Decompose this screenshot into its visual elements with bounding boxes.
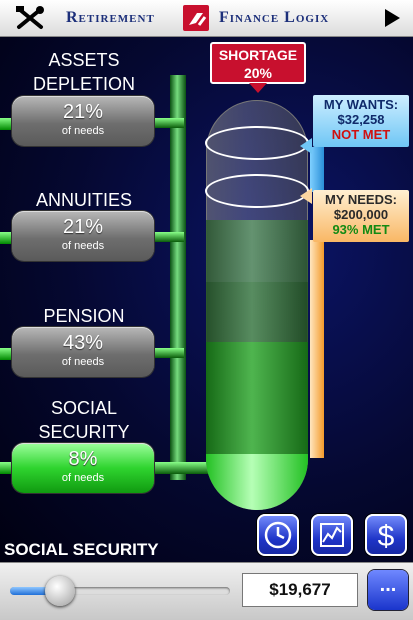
tube-segment-assets — [206, 220, 308, 282]
needs-pointer — [300, 188, 312, 204]
feed-pipe-pension — [154, 348, 184, 358]
needs-indicator-bar — [310, 240, 324, 458]
tube-segment-annuities — [206, 282, 308, 342]
wants-pointer — [300, 138, 312, 154]
feed-pipe-assets — [154, 118, 184, 128]
source-label-annuities: ANNUITIES — [35, 190, 132, 210]
wants-status: NOT MET — [331, 127, 391, 142]
clock-button[interactable] — [257, 514, 299, 556]
needs-callout[interactable]: MY NEEDS: $200,000 93% MET — [313, 190, 409, 242]
source-percent: 21% — [62, 216, 104, 238]
svg-text:$: $ — [378, 520, 395, 553]
amount-field[interactable]: $19,677 — [242, 573, 358, 607]
logo-text-left: Retirement — [66, 9, 155, 26]
play-icon[interactable] — [385, 9, 400, 27]
tube-segment-pension — [206, 342, 308, 454]
income-tube — [206, 100, 308, 510]
source-label-assets-depletion: ASSETS DEPLETION — [32, 50, 136, 94]
source-sublabel: of needs — [61, 240, 105, 252]
source-percent: 43% — [62, 332, 104, 354]
clock-icon — [264, 521, 292, 549]
more-button[interactable]: ... — [368, 570, 408, 610]
wants-amount: $32,258 — [337, 112, 385, 127]
source-sublabel: of needs — [61, 472, 105, 484]
section-title: SOCIAL SECURITY — [4, 540, 159, 559]
wants-label: MY WANTS: — [323, 97, 399, 112]
needs-level-ring — [205, 174, 309, 208]
source-sublabel: of needs — [61, 356, 105, 368]
source-percent: 8% — [68, 448, 98, 470]
chart-icon — [320, 523, 344, 547]
source-button-social-security[interactable]: 8% of needs — [12, 443, 154, 493]
wants-indicator-bar — [310, 147, 324, 192]
source-sublabel: of needs — [61, 125, 105, 137]
source-label-pension: PENSION — [43, 306, 125, 326]
dollar-icon: $ — [378, 520, 395, 553]
amount-slider-track[interactable] — [10, 587, 230, 595]
feed-pipe-vertical — [170, 75, 186, 480]
source-button-assets-depletion[interactable]: 21% of needs — [12, 96, 154, 146]
tools-icon[interactable] — [16, 6, 44, 30]
source-button-annuities[interactable]: 21% of needs — [12, 211, 154, 261]
source-button-pension[interactable]: 43% of needs — [12, 327, 154, 377]
needs-status: 93% MET — [332, 222, 390, 237]
needs-label: MY NEEDS: — [325, 192, 397, 207]
feed-pipe-annuities — [154, 232, 184, 242]
logo-mark-icon — [183, 5, 209, 31]
amount-slider-thumb[interactable] — [45, 576, 75, 606]
wants-callout[interactable]: MY WANTS: $32,258 NOT MET — [313, 95, 409, 147]
tube-segment-social-security — [206, 454, 308, 510]
chart-button[interactable] — [311, 514, 353, 556]
shortage-badge: SHORTAGE 20% — [210, 42, 306, 84]
logo-text-right: Finance Logix — [219, 9, 330, 26]
wants-level-ring — [205, 126, 309, 160]
needs-amount: $200,000 — [333, 207, 389, 222]
dollar-button[interactable]: $ — [365, 514, 407, 556]
source-percent: 21% — [62, 101, 104, 123]
source-label-social-security: SOCIAL SECURITY — [38, 398, 130, 442]
shortage-pointer — [249, 83, 267, 93]
